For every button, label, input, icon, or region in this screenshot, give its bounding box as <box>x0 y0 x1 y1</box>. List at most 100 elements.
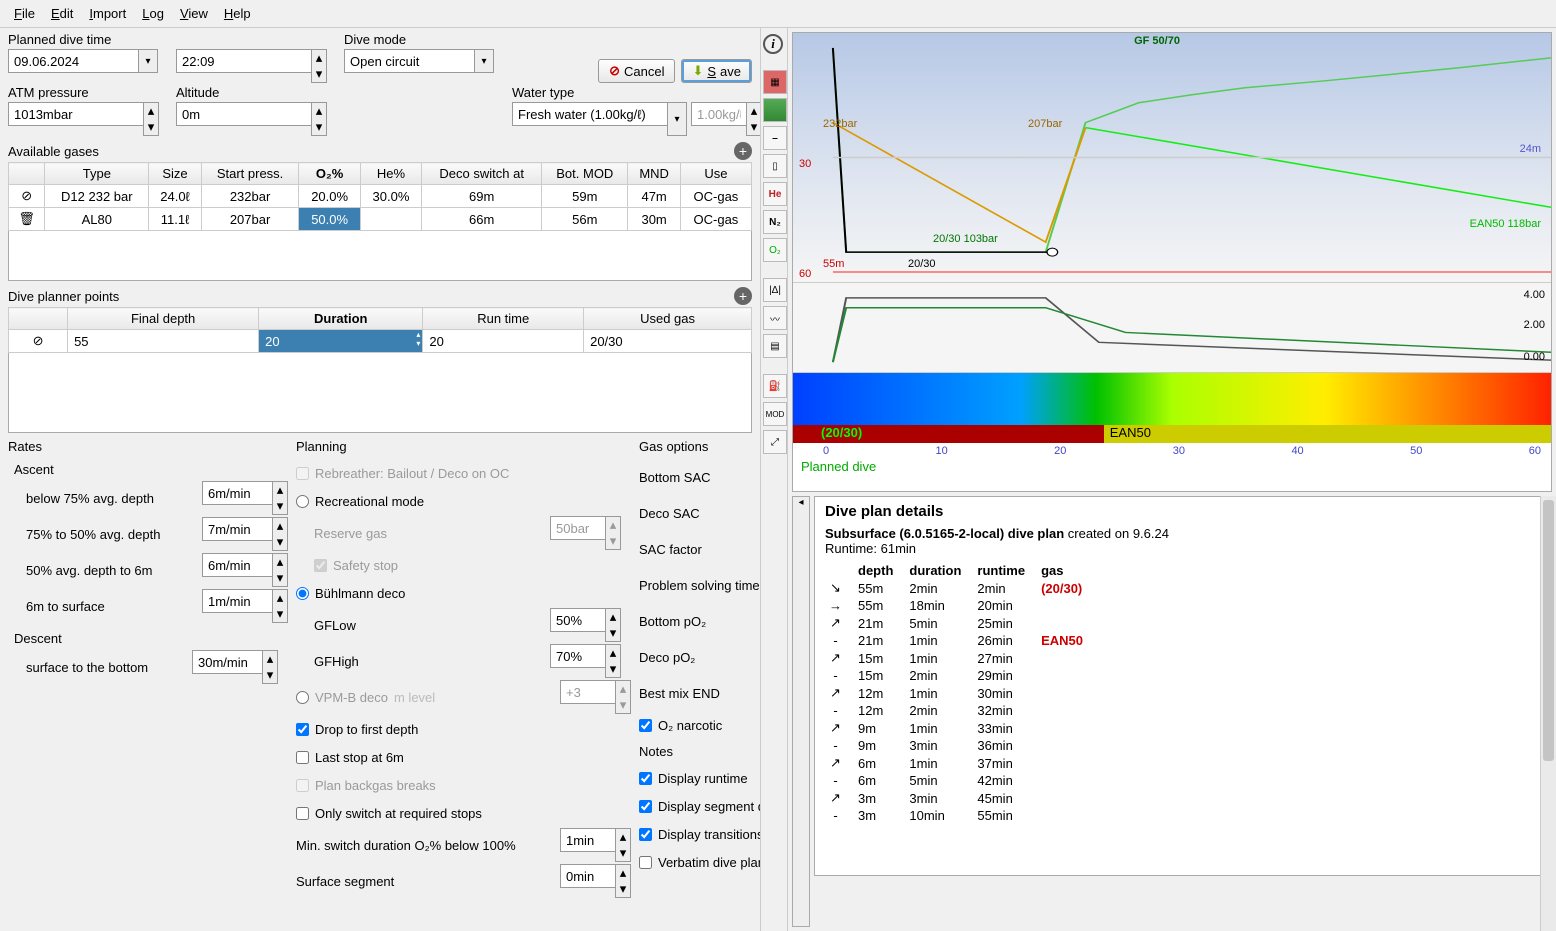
label-atm-pressure: ATM pressure <box>8 85 168 100</box>
rebreather-checkbox <box>296 467 309 480</box>
menubar: FFileile Edit Import Log View Help <box>0 0 1556 28</box>
label-notes: Notes <box>639 744 760 759</box>
menu-file[interactable]: FFileile <box>8 4 41 23</box>
plan-row: ↗9m1min33min <box>825 719 1095 737</box>
altitude-input[interactable] <box>176 102 311 126</box>
tool-n2-icon[interactable]: N₂ <box>763 210 787 234</box>
label-dive-mode: Dive mode <box>344 32 504 47</box>
label-planned-dive-time: Planned dive time <box>8 32 168 47</box>
menu-view[interactable]: View <box>174 4 214 23</box>
menu-import[interactable]: Import <box>83 4 132 23</box>
last-stop-checkbox[interactable] <box>296 751 309 764</box>
gases-table: TypeSizeStart press.O₂%He%Deco switch at… <box>8 162 752 231</box>
only-switch-checkbox[interactable] <box>296 807 309 820</box>
dive-profile-chart[interactable]: GF 50/70 232bar 207bar 30 60 55m 20/30 2… <box>792 32 1552 492</box>
tool-graph-icon[interactable]: 〰 <box>763 306 787 330</box>
atm-input[interactable] <box>8 102 143 126</box>
label-descent: Descent <box>14 631 288 646</box>
profile-toolstrip: i ▦ ⎯ ▯ He N₂ O₂ |Δ| 〰 ▤ ⛽ MOD ⤢ <box>760 28 788 931</box>
tool-bars-icon[interactable]: ▯ <box>763 154 787 178</box>
plan-row: -9m3min36min <box>825 737 1095 754</box>
label-ascent: Ascent <box>14 462 288 477</box>
water-type-select[interactable] <box>512 102 667 126</box>
verbatim-checkbox[interactable] <box>639 856 652 869</box>
plan-row: ↘55m2min2min(20/30) <box>825 579 1095 597</box>
gas-row[interactable]: 🗑AL8011.1ℓ207bar50.0%66m56m30mOC-gas <box>9 208 752 231</box>
tool-scale-icon[interactable]: ⤢ <box>763 430 787 454</box>
ascent-below75-input[interactable] <box>202 481 272 505</box>
backgas-checkbox <box>296 779 309 792</box>
plan-row: ↗21m5min25min <box>825 614 1095 632</box>
plan-row: ↗15m1min27min <box>825 649 1095 667</box>
plan-row: ↗6m1min37min <box>825 754 1095 772</box>
menu-log[interactable]: Log <box>136 4 170 23</box>
collapse-handle[interactable]: ◂ <box>792 496 810 927</box>
label-rates: Rates <box>8 439 288 454</box>
plan-row: -15m2min29min <box>825 667 1095 684</box>
gflow-input[interactable] <box>550 608 605 632</box>
tool-tank-icon[interactable]: ⛽ <box>763 374 787 398</box>
buhlmann-radio[interactable] <box>296 587 309 600</box>
add-point-button[interactable]: + <box>734 287 752 305</box>
dive-mode-select[interactable] <box>344 49 474 73</box>
recreational-radio[interactable] <box>296 495 309 508</box>
details-title: Dive plan details <box>825 503 1541 520</box>
label-planner-points: Dive planner points <box>8 289 119 304</box>
label-available-gases: Available gases <box>8 144 99 159</box>
label-gas-options: Gas options <box>639 439 760 454</box>
cancel-icon: ⊘ <box>609 63 620 79</box>
date-dropdown-icon[interactable]: ▾ <box>138 49 158 73</box>
label-altitude: Altitude <box>176 85 336 100</box>
details-scrollbar[interactable] <box>1540 496 1552 876</box>
min-switch-input[interactable] <box>560 828 615 852</box>
time-spinner[interactable]: ▴▾ <box>311 49 327 83</box>
point-row[interactable]: ⊘5520▴▾2020/30 <box>9 330 752 353</box>
tool-mod-icon[interactable]: MOD <box>763 402 787 426</box>
tool-o2-icon[interactable]: O₂ <box>763 238 787 262</box>
plan-table: depthdurationruntimegas ↘55m2min2min(20/… <box>825 562 1095 824</box>
drop-first-checkbox[interactable] <box>296 723 309 736</box>
info-icon[interactable]: i <box>763 34 783 54</box>
display-segment-checkbox[interactable] <box>639 800 652 813</box>
tool-he-icon[interactable]: He <box>763 182 787 206</box>
descent-input[interactable] <box>192 650 262 674</box>
plan-row: -6m5min42min <box>825 772 1095 789</box>
display-runtime-checkbox[interactable] <box>639 772 652 785</box>
tool-ceiling-icon[interactable]: ⎯ <box>763 126 787 150</box>
gas-row[interactable]: ⊘D12 232 bar24.0ℓ232bar20.0%30.0%69m59m4… <box>9 185 752 208</box>
date-input[interactable] <box>8 49 138 73</box>
add-gas-button[interactable]: + <box>734 142 752 160</box>
points-table: Final depthDurationRun timeUsed gas ⊘552… <box>8 307 752 353</box>
ascent-50-6-input[interactable] <box>202 553 272 577</box>
plan-row: →55m18min20min <box>825 597 1095 614</box>
o2-narcotic-checkbox[interactable] <box>639 719 652 732</box>
cancel-button[interactable]: ⊘Cancel <box>598 59 675 83</box>
plan-row: -3m10min55min <box>825 807 1095 824</box>
plan-row: -12m2min32min <box>825 702 1095 719</box>
time-input[interactable] <box>176 49 311 73</box>
save-icon: ⬇ <box>692 63 703 79</box>
tool-tissues-icon[interactable] <box>763 98 787 122</box>
right-panel: GF 50/70 232bar 207bar 30 60 55m 20/30 2… <box>788 28 1556 931</box>
ascent-75-50-input[interactable] <box>202 517 272 541</box>
safety-stop-checkbox <box>314 559 327 572</box>
plan-row: -21m1min26minEAN50 <box>825 632 1095 649</box>
save-button[interactable]: ⬇Save <box>681 59 752 83</box>
menu-edit[interactable]: Edit <box>45 4 79 23</box>
plan-row: ↗3m3min45min <box>825 789 1095 807</box>
gfhigh-input[interactable] <box>550 644 605 668</box>
vpm-radio[interactable] <box>296 691 309 704</box>
menu-help[interactable]: Help <box>218 4 257 23</box>
ascent-6-surf-input[interactable] <box>202 589 272 613</box>
tool-photos-icon[interactable]: ▤ <box>763 334 787 358</box>
tool-ruler-icon[interactable]: |Δ| <box>763 278 787 302</box>
dive-plan-details: Dive plan details Subsurface (6.0.5165-2… <box>814 496 1552 876</box>
tool-profile-icon[interactable]: ▦ <box>763 70 787 94</box>
dive-mode-dropdown-icon[interactable]: ▾ <box>474 49 494 73</box>
display-transitions-checkbox[interactable] <box>639 828 652 841</box>
label-water-type: Water type <box>512 85 692 100</box>
surface-seg-input[interactable] <box>560 864 615 888</box>
planned-dive-label: Planned dive <box>793 457 1551 476</box>
left-panel: Planned dive time ▾ ▴▾ Dive mode ▾ <box>0 28 760 931</box>
density-input <box>691 102 746 126</box>
